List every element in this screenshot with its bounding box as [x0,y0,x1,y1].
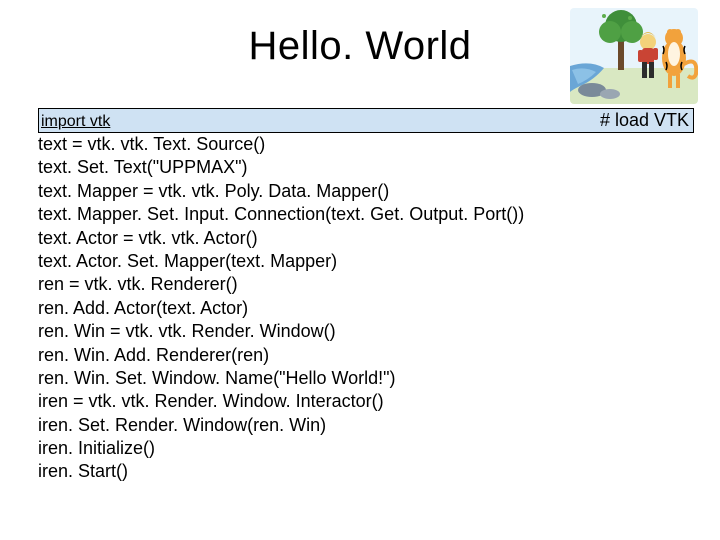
code-line: ren. Win = vtk. vtk. Render. Window() [38,320,694,343]
cartoon-illustration-icon [570,8,698,104]
code-line: ren. Add. Actor(text. Actor) [38,297,694,320]
import-statement: import vtk [41,113,110,131]
code-block: import vtk # load VTK text = vtk. vtk. T… [38,108,694,484]
code-line: text = vtk. vtk. Text. Source() [38,133,694,156]
code-line: text. Mapper = vtk. vtk. Poly. Data. Map… [38,180,694,203]
highlighted-code-line: import vtk # load VTK [38,108,694,133]
code-line: ren. Win. Add. Renderer(ren) [38,344,694,367]
code-line: text. Actor. Set. Mapper(text. Mapper) [38,250,694,273]
code-line: text. Mapper. Set. Input. Connection(tex… [38,203,694,226]
code-line: iren. Initialize() [38,437,694,460]
code-comment: # load VTK [600,110,689,131]
slide: Hello. World [0,0,720,540]
code-line: ren. Win. Set. Window. Name("Hello World… [38,367,694,390]
code-line: iren = vtk. vtk. Render. Window. Interac… [38,390,694,413]
corner-illustration [570,8,698,104]
code-line: iren. Start() [38,460,694,483]
code-line: iren. Set. Render. Window(ren. Win) [38,414,694,437]
code-line: text. Set. Text("UPPMAX") [38,156,694,179]
code-line: ren = vtk. vtk. Renderer() [38,273,694,296]
code-line: text. Actor = vtk. vtk. Actor() [38,227,694,250]
